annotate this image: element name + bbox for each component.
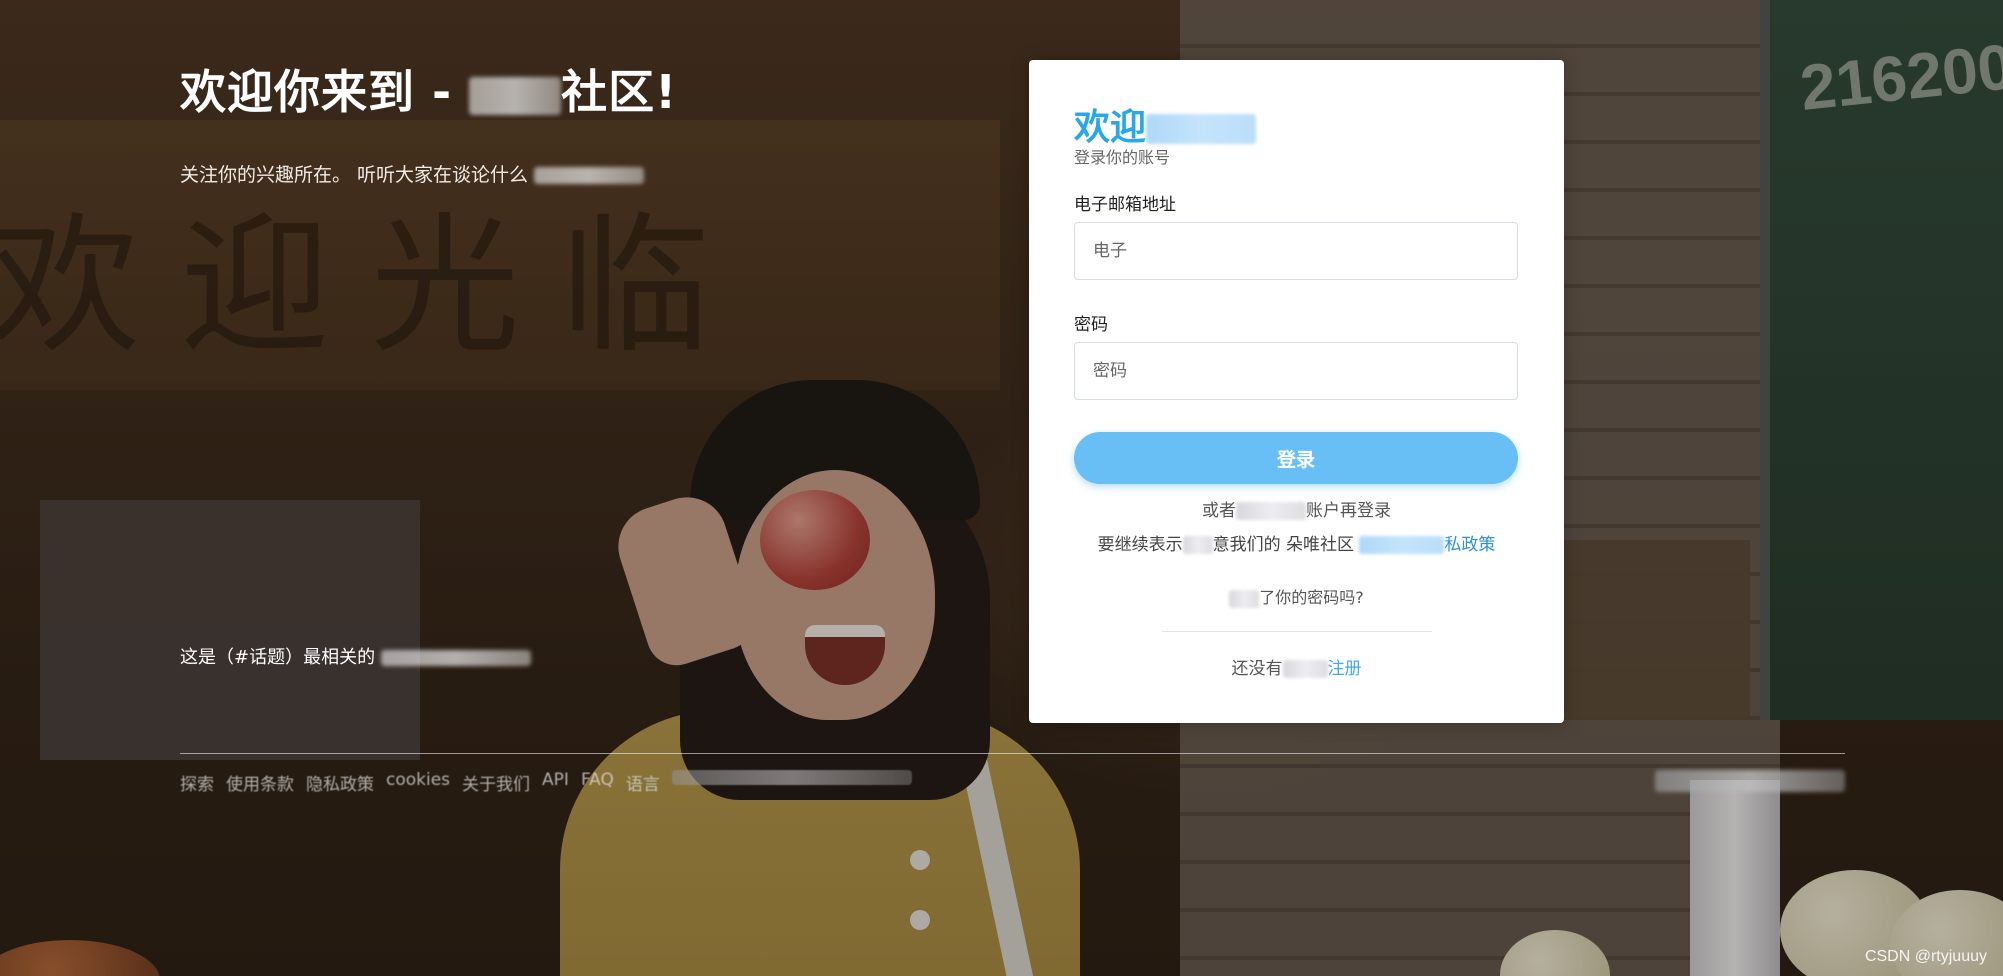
- redacted-text: [671, 770, 912, 786]
- email-label: 电子邮箱地址: [1074, 195, 1176, 215]
- footer-divider: [180, 753, 1845, 754]
- footer-link-about[interactable]: 关于我们: [462, 770, 530, 795]
- footer-link-api[interactable]: API: [542, 770, 569, 795]
- privacy-policy-link[interactable]: 私政策: [1359, 535, 1495, 555]
- login-subtitle: 登录你的账号: [1074, 148, 1171, 167]
- password-field[interactable]: [1074, 342, 1518, 400]
- terms-text: 要继续表示 意我们的 朵唯社区 私政策: [1097, 535, 1496, 555]
- footer-link-privacy[interactable]: 隐私政策: [306, 770, 374, 795]
- hero-subtitle: 关注你的兴趣所在。 听听大家在谈论什么: [180, 160, 645, 187]
- footer-link-language[interactable]: 语言: [626, 770, 660, 795]
- card-divider: [1162, 631, 1432, 632]
- forgot-password-link[interactable]: 了你的密码吗?: [1029, 584, 1564, 608]
- footer-copyright: [1655, 770, 1845, 792]
- register-line: 还没有 注册: [1231, 659, 1362, 679]
- background-photo: 欢迎光临 216200: [0, 0, 2003, 976]
- redacted-text: [1146, 114, 1257, 144]
- csdn-watermark: CSDN @rtyjuuuy: [1864, 948, 1987, 965]
- hero-title: 欢迎你来到 - 社区!: [180, 56, 677, 122]
- redacted-text: [534, 166, 645, 185]
- footer-link-terms[interactable]: 使用条款: [226, 770, 294, 795]
- redacted-text: [380, 649, 531, 667]
- login-card: 欢迎 登录你的账号 电子邮箱地址 密码 登录 或者账户再登录 要继续表示意我们的…: [1029, 60, 1564, 723]
- password-label: 密码: [1074, 315, 1108, 335]
- alt-login-text: 或者 账户再登录: [1202, 501, 1391, 521]
- login-title: 欢迎: [1074, 98, 1257, 150]
- footer-link-explore[interactable]: 探索: [180, 770, 214, 795]
- topic-line: 这是（#话题）最相关的: [180, 643, 531, 669]
- hero-title-suffix: 社区!: [561, 65, 678, 119]
- hero-title-prefix: 欢迎你来到 -: [180, 65, 453, 119]
- footer-links: 探索 使用条款 隐私政策 cookies 关于我们 API FAQ 语言: [180, 770, 912, 795]
- redacted-site-name: [469, 76, 562, 115]
- footer-link-faq[interactable]: FAQ: [581, 770, 614, 795]
- footer-link-cookies[interactable]: cookies: [386, 770, 450, 795]
- login-button[interactable]: 登录: [1074, 432, 1518, 484]
- email-field[interactable]: [1074, 222, 1518, 280]
- register-link[interactable]: 注册: [1328, 659, 1362, 679]
